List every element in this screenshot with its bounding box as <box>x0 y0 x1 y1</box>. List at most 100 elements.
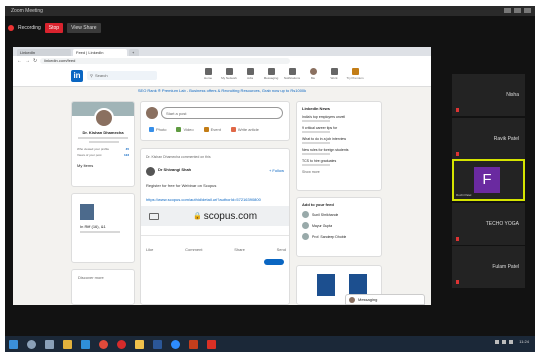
close-icon[interactable] <box>524 8 531 13</box>
share-button[interactable]: Share <box>234 247 245 252</box>
news-item[interactable]: 9 critical career tips for <box>302 126 376 133</box>
write-article-button[interactable]: Write article <box>230 127 259 132</box>
back-icon[interactable]: ← <box>17 58 22 64</box>
profile-card[interactable]: Dr. Kishan Dhamecha Who viewed your prof… <box>71 101 135 187</box>
link-preview[interactable]: 🔒 scopus.com <box>141 206 289 226</box>
participant-tile[interactable]: TECHO YOGA <box>452 203 525 245</box>
nav-jobs[interactable]: Jobs <box>243 68 257 80</box>
messaging-icon <box>267 68 275 75</box>
linkedin-logo[interactable]: in <box>71 70 83 82</box>
show-more-link[interactable]: Show more <box>302 170 376 174</box>
volume-icon[interactable] <box>502 339 507 344</box>
lock-icon: 🔒 <box>193 213 202 220</box>
news-item[interactable]: New rules for foreign students <box>302 148 376 155</box>
like-button[interactable]: Like <box>146 247 153 252</box>
avatar[interactable] <box>146 167 155 176</box>
participant-tile[interactable]: Nisha <box>452 74 525 116</box>
clock[interactable]: 11:24 <box>519 339 529 344</box>
news-item[interactable]: India's top employers unveil <box>302 115 376 122</box>
battery-icon[interactable] <box>509 339 514 344</box>
reload-icon[interactable]: ↻ <box>33 58 37 64</box>
promoted-logo[interactable] <box>317 274 335 296</box>
video-button[interactable]: Video <box>176 127 194 132</box>
recent-card: In Riff (16), &1 <box>71 193 135 263</box>
zoom-icon[interactable] <box>171 339 180 349</box>
post-composer: Start a post Photo Video Event Write art… <box>140 101 290 141</box>
news-item[interactable]: What to do in a job interview <box>302 137 376 144</box>
feed-suggestion[interactable]: Prof. Sandeep Dhoble <box>302 233 376 240</box>
new-tab-button[interactable]: + <box>129 49 139 56</box>
my-items-link[interactable]: My Items <box>72 159 134 172</box>
word-icon[interactable] <box>153 339 162 349</box>
recent-title[interactable]: In Riff (16), &1 <box>80 224 134 229</box>
news-item[interactable]: TCS to hire graduates <box>302 159 376 166</box>
nav-premium[interactable]: Try Premium <box>346 68 364 80</box>
discover-link[interactable]: Discover more <box>72 270 134 285</box>
nav-network[interactable]: My Network <box>221 68 237 80</box>
profile-name[interactable]: Dr. Kishan Dhamecha <box>72 130 134 135</box>
linkedin-search-input[interactable]: ⚲ Search <box>87 71 157 80</box>
minimize-icon[interactable] <box>504 8 511 13</box>
edge-icon[interactable] <box>81 339 90 349</box>
linkedin-header: in ⚲ Search Home My Network Jobs Messagi… <box>13 65 431 87</box>
forward-icon[interactable]: → <box>25 58 30 64</box>
start-icon[interactable] <box>9 339 18 349</box>
nav-messaging[interactable]: Messaging <box>264 68 278 80</box>
nav-me[interactable]: Me <box>306 68 320 80</box>
avatar <box>349 296 355 303</box>
view-options-button[interactable]: View Share <box>67 23 101 33</box>
browser-tab-active[interactable]: Feed | LinkedIn <box>73 49 127 56</box>
home-icon <box>204 68 212 75</box>
participant-tile[interactable]: Ravik Patel <box>452 118 525 160</box>
send-button[interactable]: Send <box>277 247 286 252</box>
video-icon <box>176 127 182 132</box>
file-explorer-icon[interactable] <box>63 339 72 349</box>
url-field[interactable]: linkedin.com/feed <box>40 57 291 64</box>
link-domain: scopus.com <box>203 210 258 222</box>
nav-home[interactable]: Home <box>201 68 215 80</box>
post-submit-button[interactable] <box>264 259 284 265</box>
nav-notifications[interactable]: Notifications <box>284 68 300 80</box>
news-meta <box>302 153 330 155</box>
messaging-bar[interactable]: Messaging <box>345 294 425 305</box>
pdf-icon[interactable] <box>207 339 216 349</box>
linkedin-nav: Home My Network Jobs Messaging Notificat… <box>201 68 364 80</box>
promoted-logo[interactable] <box>349 274 367 296</box>
photo-button[interactable]: Photo <box>149 127 166 132</box>
windows-taskbar: 11:24 <box>5 336 535 352</box>
participant-tile-active-speaker[interactable]: F Ruchi Patel <box>452 159 525 201</box>
stat-row[interactable]: Who viewed your profile 45 <box>77 147 129 151</box>
profile-avatar[interactable] <box>94 108 114 128</box>
mic-muted-icon <box>456 108 459 112</box>
powerpoint-icon[interactable] <box>189 339 198 349</box>
start-post-input[interactable]: Start a post <box>161 107 283 119</box>
photo-icon <box>149 127 154 132</box>
search-icon[interactable] <box>27 339 36 349</box>
maximize-icon[interactable] <box>514 8 521 13</box>
nav-work[interactable]: Work <box>327 68 341 80</box>
feed-suggestion[interactable]: Sunil Shrikhande <box>302 211 376 218</box>
participant-tile[interactable]: Fulam Patel <box>452 246 525 288</box>
event-button[interactable]: Event <box>203 127 221 132</box>
chrome-icon[interactable] <box>99 339 108 349</box>
network-icon[interactable] <box>495 339 500 344</box>
task-view-icon[interactable] <box>45 339 54 349</box>
explorer-icon[interactable] <box>135 339 144 349</box>
browser-tab[interactable]: LinkedIn <box>17 49 71 56</box>
comment-button[interactable]: Comment <box>185 247 202 252</box>
opera-icon[interactable] <box>117 339 126 349</box>
promo-banner[interactable]: SEO Rank ® Premium Lab - Business offers… <box>13 87 431 95</box>
recent-thumbnail[interactable] <box>80 204 94 220</box>
screen: Zoom Meeting Recording Stop View Share L… <box>5 6 535 352</box>
stat-row[interactable]: Views of your post 123 <box>77 153 129 157</box>
grid-icon <box>330 68 338 75</box>
mic-muted-icon <box>456 237 459 241</box>
recording-label: Recording <box>18 25 41 31</box>
zoom-title-bar: Zoom Meeting <box>5 6 535 16</box>
post-link[interactable]: https://www.scopus.com/authid/detail.uri… <box>146 197 286 202</box>
stop-share-button[interactable]: Stop <box>44 23 64 33</box>
post-author[interactable]: Dr Shivangi Shah <box>158 167 191 172</box>
feed-suggestion[interactable]: Mayur Gupta <box>302 222 376 229</box>
follow-button[interactable]: + Follow <box>269 168 284 173</box>
add-to-feed-card: Add to your feed Sunil Shrikhande Mayur … <box>296 197 382 257</box>
